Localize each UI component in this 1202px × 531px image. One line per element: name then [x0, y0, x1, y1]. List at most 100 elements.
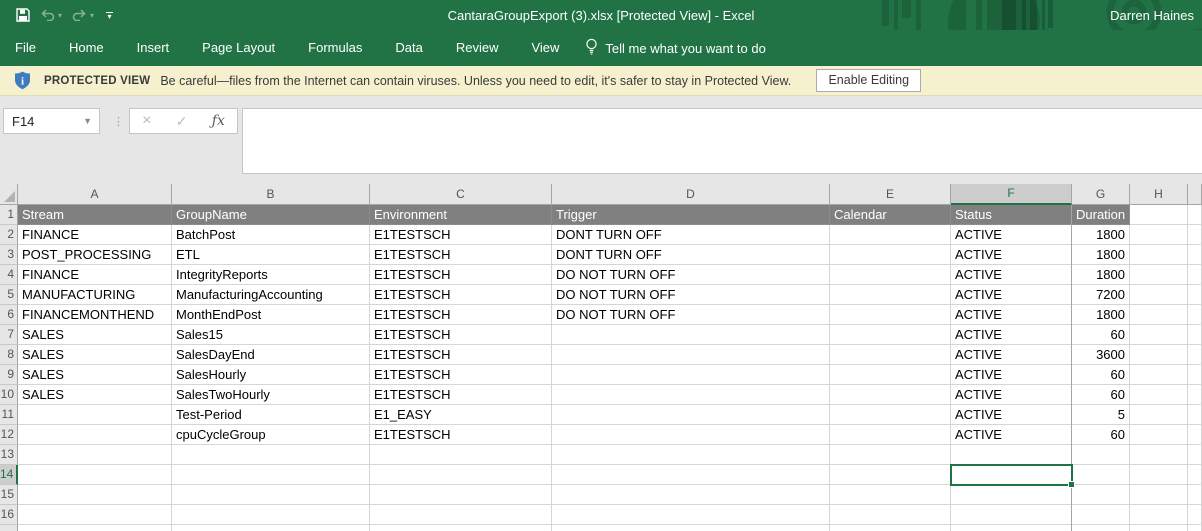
cell-G12[interactable]: 60	[1072, 425, 1130, 445]
cell-D5[interactable]: DO NOT TURN OFF	[552, 285, 830, 305]
cell-C6[interactable]: E1TESTSCH	[370, 305, 552, 325]
cell-x5[interactable]	[1188, 285, 1202, 305]
undo-dropdown-icon[interactable]: ▾	[58, 11, 62, 20]
cell-D4[interactable]: DO NOT TURN OFF	[552, 265, 830, 285]
tab-formulas[interactable]: Formulas	[295, 30, 375, 66]
cell-A15[interactable]	[18, 485, 172, 505]
column-header-H[interactable]: H	[1130, 184, 1188, 205]
tab-view[interactable]: View	[518, 30, 572, 66]
row-header-4[interactable]: 4	[0, 265, 18, 285]
cell-D9[interactable]	[552, 365, 830, 385]
row-header-8[interactable]: 8	[0, 345, 18, 365]
cell-F9[interactable]: ACTIVE	[951, 365, 1072, 385]
cell-A6[interactable]: FINANCEMONTHEND	[18, 305, 172, 325]
cell-x3[interactable]	[1188, 245, 1202, 265]
cell-E6[interactable]	[830, 305, 951, 325]
cell-C3[interactable]: E1TESTSCH	[370, 245, 552, 265]
cell-A5[interactable]: MANUFACTURING	[18, 285, 172, 305]
cell-x16[interactable]	[1188, 505, 1202, 525]
cell-B8[interactable]: SalesDayEnd	[172, 345, 370, 365]
signed-in-user[interactable]: Darren Haines	[1110, 8, 1194, 23]
column-header-A[interactable]: A	[18, 184, 172, 205]
cell-F1[interactable]: Status	[951, 205, 1072, 225]
cell-A12[interactable]	[18, 425, 172, 445]
cell-E9[interactable]	[830, 365, 951, 385]
cell-E7[interactable]	[830, 325, 951, 345]
redo-icon[interactable]	[72, 9, 87, 21]
cell-x4[interactable]	[1188, 265, 1202, 285]
cell-B13[interactable]	[172, 445, 370, 465]
cell-H12[interactable]	[1130, 425, 1188, 445]
cell-A16[interactable]	[18, 505, 172, 525]
active-cell-selection[interactable]	[950, 464, 1073, 486]
cell-F5[interactable]: ACTIVE	[951, 285, 1072, 305]
cell-G5[interactable]: 7200	[1072, 285, 1130, 305]
fill-handle[interactable]	[1068, 481, 1075, 488]
tab-insert[interactable]: Insert	[124, 30, 183, 66]
cell-A3[interactable]: POST_PROCESSING	[18, 245, 172, 265]
cell-F4[interactable]: ACTIVE	[951, 265, 1072, 285]
enter-icon[interactable]: ✓	[176, 113, 188, 130]
cell-A10[interactable]: SALES	[18, 385, 172, 405]
cell-F15[interactable]	[951, 485, 1072, 505]
cell-G2[interactable]: 1800	[1072, 225, 1130, 245]
cell-D11[interactable]	[552, 405, 830, 425]
cell-H1[interactable]	[1130, 205, 1188, 225]
redo-dropdown-icon[interactable]: ▾	[90, 11, 94, 20]
cell-B16[interactable]	[172, 505, 370, 525]
column-header-C[interactable]: C	[370, 184, 552, 205]
cell-D1[interactable]: Trigger	[552, 205, 830, 225]
cell-E14[interactable]	[830, 465, 951, 485]
row-header-partial[interactable]	[0, 525, 18, 531]
cell-G3[interactable]: 1800	[1072, 245, 1130, 265]
cell-H16[interactable]	[1130, 505, 1188, 525]
name-box[interactable]: F14 ▼	[3, 108, 100, 134]
cell-E2[interactable]	[830, 225, 951, 245]
cell-B2[interactable]: BatchPost	[172, 225, 370, 245]
name-box-dropdown-icon[interactable]: ▼	[83, 116, 99, 126]
cell-D3[interactable]: DONT TURN OFF	[552, 245, 830, 265]
cell-E1[interactable]: Calendar	[830, 205, 951, 225]
cell-C5[interactable]: E1TESTSCH	[370, 285, 552, 305]
cell-D10[interactable]	[552, 385, 830, 405]
cell-B4[interactable]: IntegrityReports	[172, 265, 370, 285]
insert-function-icon[interactable]: ƒx	[212, 113, 225, 129]
cell-F10[interactable]: ACTIVE	[951, 385, 1072, 405]
cell-D6[interactable]: DO NOT TURN OFF	[552, 305, 830, 325]
cell-F3[interactable]: ACTIVE	[951, 245, 1072, 265]
cell-D14[interactable]	[552, 465, 830, 485]
tab-review[interactable]: Review	[443, 30, 512, 66]
cell-x15[interactable]	[1188, 485, 1202, 505]
cell-B7[interactable]: Sales15	[172, 325, 370, 345]
cancel-icon[interactable]: ×	[142, 113, 151, 129]
tab-data[interactable]: Data	[382, 30, 435, 66]
cell-D2[interactable]: DONT TURN OFF	[552, 225, 830, 245]
column-header-D[interactable]: D	[552, 184, 830, 205]
column-header-F[interactable]: F	[951, 184, 1072, 205]
cell-B10[interactable]: SalesTwoHourly	[172, 385, 370, 405]
cell-x7[interactable]	[1188, 325, 1202, 345]
cell-C4[interactable]: E1TESTSCH	[370, 265, 552, 285]
cell-A13[interactable]	[18, 445, 172, 465]
cell-H7[interactable]	[1130, 325, 1188, 345]
tell-me-box[interactable]: Tell me what you want to do	[585, 38, 765, 58]
cell-C10[interactable]: E1TESTSCH	[370, 385, 552, 405]
cell-A8[interactable]: SALES	[18, 345, 172, 365]
cell-C13[interactable]	[370, 445, 552, 465]
cell-H8[interactable]	[1130, 345, 1188, 365]
cell-A11[interactable]	[18, 405, 172, 425]
cell-H10[interactable]	[1130, 385, 1188, 405]
row-header-11[interactable]: 11	[0, 405, 18, 425]
cell-x14[interactable]	[1188, 465, 1202, 485]
cell-F2[interactable]: ACTIVE	[951, 225, 1072, 245]
cell-F13[interactable]	[951, 445, 1072, 465]
cell-H13[interactable]	[1130, 445, 1188, 465]
row-header-13[interactable]: 13	[0, 445, 18, 465]
cell-x6[interactable]	[1188, 305, 1202, 325]
cell-A7[interactable]: SALES	[18, 325, 172, 345]
formula-input[interactable]	[242, 108, 1202, 174]
cell-G16[interactable]	[1072, 505, 1130, 525]
cell-G11[interactable]: 5	[1072, 405, 1130, 425]
cell-G13[interactable]	[1072, 445, 1130, 465]
cell-C2[interactable]: E1TESTSCH	[370, 225, 552, 245]
